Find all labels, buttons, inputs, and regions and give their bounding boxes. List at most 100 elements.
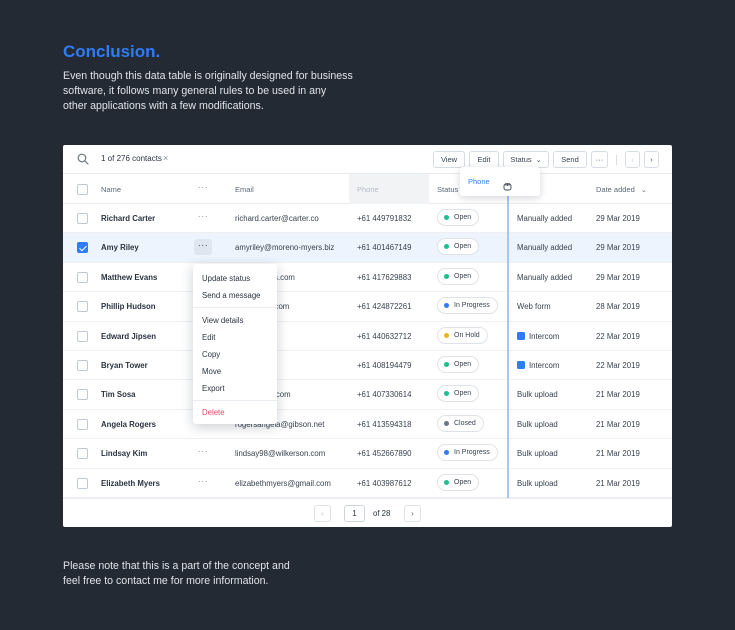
source-label: Manually added [517,214,573,223]
status-badge[interactable]: Open [437,209,480,226]
row-checkbox[interactable] [77,389,88,401]
status-badge[interactable]: Open [437,385,480,403]
status-badge[interactable]: On Hold [437,326,488,344]
contact-source: Bulk upload [517,449,558,458]
column-option-phone[interactable]: Phone [468,177,490,186]
source-label: Intercom [529,331,560,341]
source-label: Bulk upload [517,390,558,400]
table-row[interactable]: Bryan Tower···cglobal.net+61 408194479Op… [63,351,672,381]
contact-email: amyriley@moreno-myers.biz [235,243,335,253]
send-button[interactable]: Send [553,151,587,168]
menu-item-update-status[interactable]: Update status [202,274,250,283]
status-label: Open [454,272,472,280]
menu-item-send-message[interactable]: Send a message [202,291,261,300]
column-header-email[interactable]: Email [235,185,254,194]
table-row[interactable]: Elizabeth Myers ··· elizabethmyers@gmail.c… [63,469,672,498]
status-badge[interactable]: In Progress [437,297,498,315]
source-label: Manually added [517,272,573,282]
date-header-label: Date added [596,185,635,194]
contact-phone: +61 417629883 [357,272,412,282]
menu-item-edit[interactable]: Edit [202,333,215,342]
status-dot [444,303,449,309]
footer-note: Please note that this is a part of the c… [63,560,290,587]
row-actions-button[interactable]: ··· [194,475,212,491]
table-row[interactable]: Phillip Hudson···n@hotmail.com+61 424872… [63,292,672,322]
contact-email: richard.carter@carter.co [235,214,319,223]
column-header-status[interactable]: Status [437,185,458,194]
table-row[interactable]: Richard Carter ··· richard.carter@carter.c… [63,204,672,234]
menu-item-delete[interactable]: Delete [202,408,225,417]
source-label: Bulk upload [517,419,558,429]
next-page-button[interactable]: › [404,505,421,522]
row-checkbox[interactable] [77,448,88,460]
source-label: Bulk upload [517,449,558,459]
column-dropdown-menu: Phone [460,167,540,196]
column-header-phone[interactable]: Phone [357,185,379,194]
column-header-name[interactable]: Name [101,185,121,194]
previous-page-button[interactable]: ‹ [314,505,331,522]
status-badge[interactable]: Open [437,473,480,491]
status-dot [444,244,449,250]
edit-button[interactable]: Edit [469,151,499,168]
status-badge[interactable]: Closed [437,414,484,432]
clear-selection-icon[interactable]: × [163,153,168,163]
status-label: Open [454,214,472,221]
contact-name: Richard Carter [101,214,156,223]
contact-phone: +61 407330614 [357,390,412,400]
selection-count: 1 of 276 contacts [101,154,162,163]
row-checkbox[interactable] [77,242,88,254]
menu-item-export[interactable]: Export [202,384,225,393]
chevron-down-icon: ⌄ [535,156,542,164]
table-row[interactable]: Tim Sosa···@swanson.com+61 407330614Open… [63,380,672,410]
status-badge[interactable]: Open [437,356,480,373]
status-dot [444,273,449,279]
row-checkbox[interactable] [77,271,88,283]
contact-source: Bulk upload [517,390,558,399]
menu-item-view-details[interactable]: View details [202,316,243,325]
more-options-button[interactable]: ··· [591,151,608,168]
contact-source: Manually added [517,214,572,223]
row-checkbox[interactable] [77,301,88,313]
row-actions-button[interactable]: ··· [194,239,212,256]
contact-name: Angela Rogers [101,419,157,429]
name-column-menu-button[interactable]: ··· [194,181,212,197]
contact-name: Amy Riley [101,243,139,253]
status-dot [444,215,449,220]
status-badge[interactable]: In Progress [437,444,498,462]
status-dot [444,479,449,485]
row-actions-button[interactable]: ··· [194,445,212,461]
column-header-date[interactable]: Date added ⌄ [596,185,647,194]
column-drop-indicator [507,174,509,498]
status-label: On Hold [454,331,480,339]
table-row[interactable]: Lindsay Kim ··· lindsay98@wilkerson.com +61… [63,439,672,469]
scroll-left-button[interactable]: ‹ [625,151,640,168]
row-checkbox[interactable] [77,360,88,371]
status-dropdown-button[interactable]: Status ⌄ [503,151,549,168]
contact-name: Lindsay Kim [101,449,148,459]
select-all-checkbox[interactable] [77,184,88,195]
page-total: of 28 [373,509,391,518]
status-badge[interactable]: Open [437,238,480,256]
row-actions-button[interactable]: ··· [194,210,212,226]
table-row[interactable]: Edward Jipsen···nline.net+61 440632712On… [63,322,672,351]
page-number-input[interactable]: 1 [344,505,365,522]
row-checkbox[interactable] [77,477,88,489]
search-icon[interactable] [77,153,89,165]
table-row[interactable]: Angela Rogers···rogersangela@gibson.net+… [63,410,672,440]
view-button[interactable]: View [433,151,465,168]
row-checkbox[interactable] [77,418,88,430]
row-checkbox[interactable] [77,213,88,224]
contact-name: Edward Jipsen [101,331,157,341]
scroll-right-button[interactable]: › [644,151,659,168]
grab-cursor-icon [503,183,512,191]
table-row[interactable]: Amy Riley ··· amyriley@moreno-myers.biz +61… [63,233,672,263]
menu-item-copy[interactable]: Copy [202,350,220,359]
sort-chevron-icon: ⌄ [640,187,647,194]
contact-name: Matthew Evans [101,272,158,282]
table-row[interactable]: Matthew Evans···ew@holmes.com+61 4176298… [63,263,672,293]
menu-item-move[interactable]: Move [202,367,221,376]
contact-phone: +61 440632712 [357,331,412,341]
status-badge[interactable]: Open [437,267,480,285]
row-checkbox[interactable] [77,330,88,342]
status-dot [444,450,449,456]
